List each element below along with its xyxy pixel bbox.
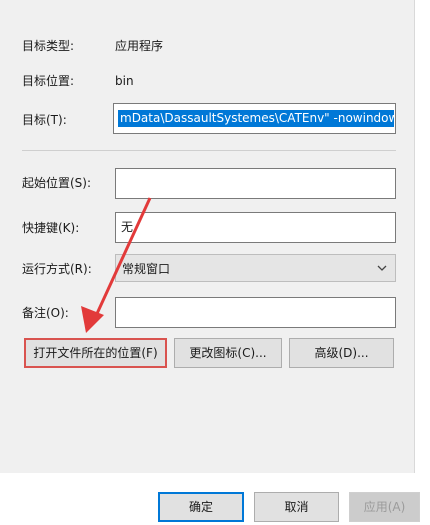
target-field[interactable]: mData\DassaultSystemes\CATEnv" -nowindow [113,103,396,134]
shortcut-key-label: 快捷键(K): [22,221,80,235]
properties-panel: 目标类型: 应用程序 目标位置: bin 目标(T): mData\Dassau… [0,0,415,473]
separator [22,150,396,151]
dialog-footer: 确定 取消 应用(A) [0,473,430,525]
comment-field[interactable] [115,297,396,328]
target-location-label: 目标位置: [22,74,75,88]
target-type-label: 目标类型: [22,39,75,53]
shortcut-key-field[interactable]: 无 [115,212,396,243]
apply-button[interactable]: 应用(A) [349,492,420,522]
open-file-location-button[interactable]: 打开文件所在的位置(F) [24,338,167,368]
target-selected-text: mData\DassaultSystemes\CATEnv" -nowindow [118,110,394,127]
comment-input[interactable] [116,298,395,327]
run-mode-value: 常规窗口 [122,262,171,276]
start-in-field[interactable] [115,168,396,199]
advanced-button[interactable]: 高级(D)... [289,338,394,368]
cancel-button[interactable]: 取消 [254,492,339,522]
ok-button[interactable]: 确定 [158,492,244,522]
run-label: 运行方式(R): [22,262,92,276]
shortcut-key-value: 无 [121,220,134,234]
target-type-value: 应用程序 [115,39,164,53]
start-in-label: 起始位置(S): [22,176,92,190]
run-mode-select[interactable]: 常规窗口 [115,254,396,282]
chevron-down-icon [377,265,387,271]
start-in-input[interactable] [116,169,395,198]
target-location-value: bin [115,74,134,88]
target-label: 目标(T): [22,113,67,127]
change-icon-button[interactable]: 更改图标(C)... [174,338,282,368]
comment-label: 备注(O): [22,306,69,320]
